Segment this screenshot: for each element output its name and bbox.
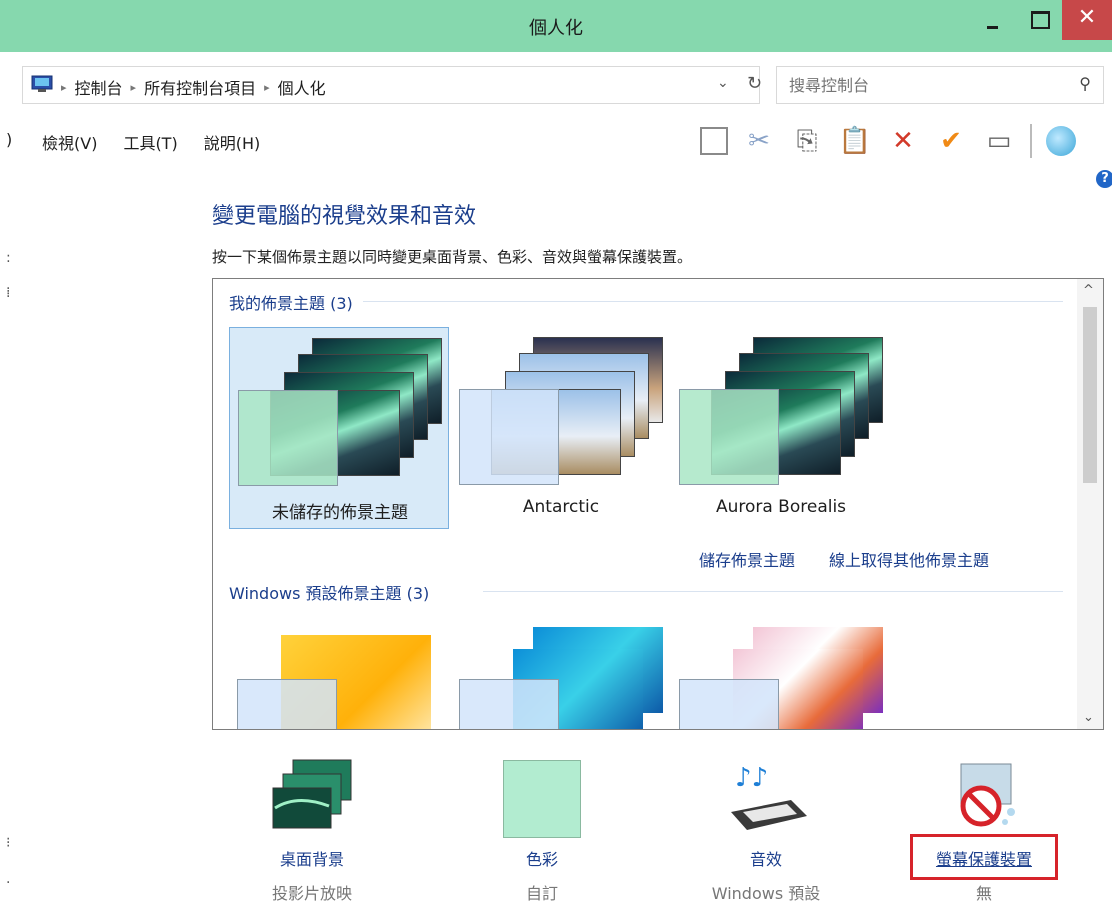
- menu-bar: 檢視(V) 工具(T) 說明(H): [42, 130, 260, 154]
- theme-links: 儲存佈景主題 線上取得其他佈景主題: [699, 547, 989, 571]
- scroll-down-icon[interactable]: ⌄: [1083, 710, 1094, 725]
- search-input[interactable]: [789, 74, 1059, 96]
- minimize-button[interactable]: [970, 0, 1016, 40]
- breadcrumb-item-all-items[interactable]: 所有控制台項目: [144, 75, 256, 99]
- help-icon[interactable]: ?: [1096, 170, 1112, 188]
- left-fragment: ⁝: [6, 835, 11, 851]
- sound-option[interactable]: ♪♪ 音效 Windows 預設: [676, 756, 856, 904]
- highlight-box: [910, 834, 1058, 880]
- breadcrumb-separator: ▸: [264, 80, 270, 94]
- breadcrumb-separator: ▸: [61, 80, 67, 94]
- address-row: ▸ 控制台 ▸ 所有控制台項目 ▸ 個人化 ⌄ ↻ ⚲: [0, 62, 1112, 110]
- color-overlay: [238, 390, 338, 486]
- globe-icon[interactable]: [1046, 126, 1076, 156]
- option-label[interactable]: 色彩: [452, 846, 632, 870]
- color-swatch-icon: [503, 760, 581, 838]
- page-description: 按一下某個佈景主題以同時變更桌面背景、色彩、音效與螢幕保護裝置。: [212, 248, 693, 266]
- window-title: 個人化: [529, 18, 583, 39]
- group-title-my-themes: 我的佈景主題 (3): [229, 290, 363, 314]
- theme-list: 我的佈景主題 (3) 未儲存的佈景主題 Antarctic Aurora Bor…: [212, 278, 1104, 730]
- left-fragment: :: [6, 250, 11, 266]
- pane-icon[interactable]: [700, 127, 728, 155]
- scroll-thumb[interactable]: [1083, 307, 1097, 483]
- title-bar: 個人化 ✕: [0, 0, 1112, 52]
- group-divider: [483, 591, 1063, 592]
- option-value: 投影片放映: [271, 884, 352, 903]
- left-fragment: ·: [6, 875, 11, 891]
- color-overlay: [459, 389, 559, 485]
- search-icon[interactable]: ⚲: [1079, 74, 1091, 93]
- close-button[interactable]: ✕: [1062, 0, 1112, 40]
- sound-keyboard-icon: ♪♪: [731, 763, 807, 830]
- address-bar[interactable]: ▸ 控制台 ▸ 所有控制台項目 ▸ 個人化 ⌄ ↻: [22, 66, 762, 104]
- menu-row: ) 檢視(V) 工具(T) 說明(H) ✂ ⎘ 📋 ✕ ✔ ▭: [0, 118, 1112, 162]
- group-title-windows-themes: Windows 預設佈景主題 (3): [229, 580, 440, 604]
- option-value: Windows 預設: [711, 884, 821, 903]
- theme-label: Antarctic: [522, 497, 600, 517]
- theme-item-windows[interactable]: [229, 617, 449, 729]
- option-label[interactable]: 桌面背景: [222, 846, 402, 870]
- checkmark-icon[interactable]: ✔: [934, 125, 968, 157]
- color-option[interactable]: 色彩 自訂: [452, 760, 632, 904]
- control-panel-icon: [31, 75, 53, 92]
- option-value: 自訂: [525, 884, 558, 903]
- copy-icon[interactable]: ⎘: [790, 125, 824, 157]
- color-overlay: [459, 679, 559, 729]
- menu-item-truncated[interactable]: ): [6, 130, 12, 149]
- svg-text:♪♪: ♪♪: [735, 763, 768, 793]
- breadcrumb-separator: ▸: [130, 80, 137, 94]
- theme-item-unsaved[interactable]: 未儲存的佈景主題: [229, 327, 449, 529]
- breadcrumb-item-control-panel[interactable]: 控制台: [75, 75, 123, 99]
- group-divider: [363, 301, 1063, 302]
- vertical-scrollbar[interactable]: ^ ⌄: [1077, 279, 1103, 729]
- color-overlay: [679, 679, 779, 729]
- option-value: 無: [975, 884, 992, 903]
- theme-item-aurora-borealis[interactable]: Aurora Borealis: [671, 327, 891, 529]
- properties-icon[interactable]: ▭: [982, 125, 1016, 157]
- scroll-up-icon[interactable]: ^: [1083, 283, 1094, 298]
- menu-item-view[interactable]: 檢視(V): [42, 130, 97, 154]
- left-fragment: ⁞: [6, 285, 11, 301]
- theme-item-antarctic[interactable]: Antarctic: [451, 327, 671, 529]
- theme-item-windows-flowers[interactable]: [671, 617, 891, 729]
- desktop-background-option[interactable]: 桌面背景 投影片放映: [222, 756, 402, 904]
- page-title: 變更電腦的視覺效果和音效: [212, 204, 477, 229]
- desktop-background-icon: [272, 759, 352, 829]
- toolbar-divider: [1030, 124, 1032, 158]
- theme-label: Aurora Borealis: [715, 497, 847, 517]
- theme-item-windows-lines[interactable]: [451, 617, 671, 729]
- chevron-down-icon[interactable]: ⌄: [717, 75, 729, 91]
- screensaver-option[interactable]: 螢幕保護裝置 無: [894, 756, 1074, 904]
- maximize-button[interactable]: [1016, 0, 1062, 40]
- breadcrumb: ▸ 控制台 ▸ 所有控制台項目 ▸ 個人化: [61, 75, 326, 99]
- color-overlay: [679, 389, 779, 485]
- menu-item-help[interactable]: 說明(H): [204, 130, 261, 154]
- save-theme-link[interactable]: 儲存佈景主題: [699, 547, 795, 571]
- search-box[interactable]: ⚲: [776, 66, 1104, 104]
- option-label[interactable]: 音效: [676, 846, 856, 870]
- breadcrumb-item-personalization[interactable]: 個人化: [278, 75, 326, 99]
- cut-icon[interactable]: ✂: [742, 125, 776, 157]
- theme-label: 未儲存的佈景主題: [272, 503, 408, 523]
- toolbar: ✂ ⎘ 📋 ✕ ✔ ▭: [700, 124, 1076, 158]
- screensaver-icon: [960, 763, 1015, 827]
- menu-item-tools[interactable]: 工具(T): [123, 130, 177, 154]
- color-overlay: [237, 679, 337, 729]
- refresh-icon[interactable]: ↻: [747, 73, 762, 94]
- delete-icon[interactable]: ✕: [886, 125, 920, 157]
- get-more-themes-link[interactable]: 線上取得其他佈景主題: [829, 547, 989, 571]
- paste-icon[interactable]: 📋: [838, 125, 872, 157]
